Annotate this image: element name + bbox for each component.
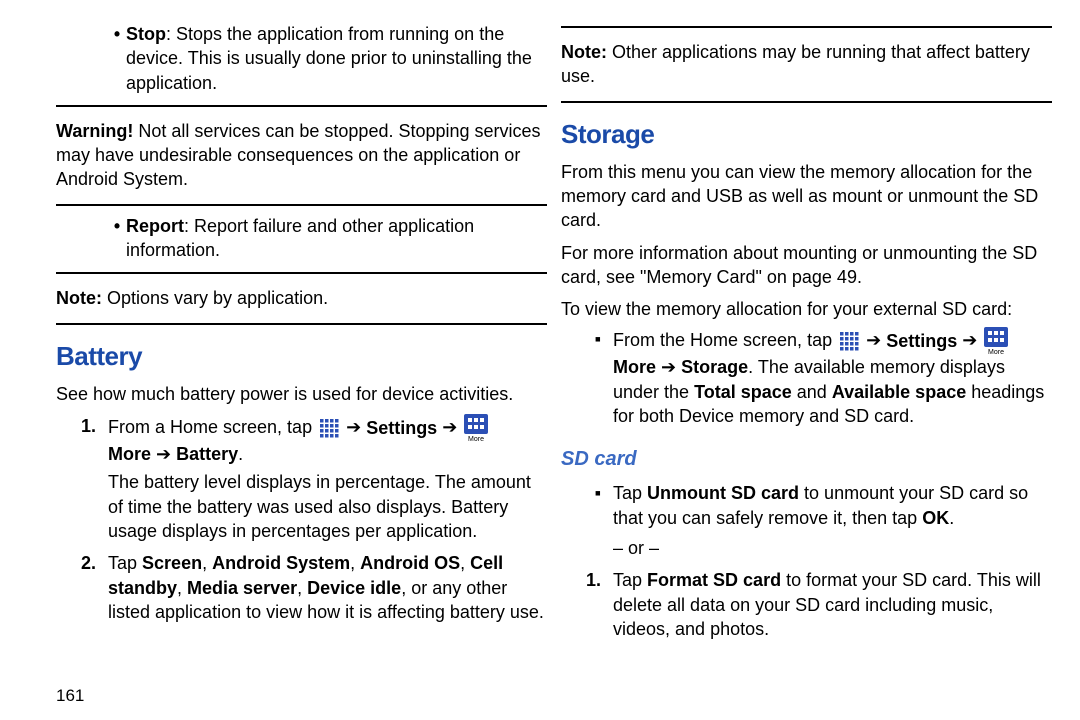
step-number: 2.	[56, 551, 108, 624]
apps-grid-icon	[839, 331, 859, 351]
step-body: Tap Format SD card to format your SD car…	[613, 568, 1052, 641]
step-body: Tap Screen, Android System, Android OS, …	[108, 551, 547, 624]
more-icon: More	[464, 414, 488, 442]
note-label: Note:	[561, 42, 607, 62]
step-number: 1.	[561, 568, 613, 641]
note-text: Other applications may be running that a…	[561, 42, 1030, 86]
storage-p3: To view the memory allocation for your e…	[561, 297, 1052, 321]
report-label: Report	[126, 216, 184, 236]
battery-step-1: 1. From a Home screen, tap ➔ Settings	[56, 414, 547, 543]
right-column: Note: Other applications may be running …	[557, 20, 1062, 708]
bullet-marker: •	[108, 214, 126, 263]
divider	[56, 105, 547, 107]
storage-p1: From this menu you can view the memory a…	[561, 160, 1052, 233]
battery-word: Battery	[176, 444, 238, 464]
warning-block: Warning! Not all services can be stopped…	[56, 119, 547, 192]
page-number: 161	[56, 677, 547, 708]
bullet-marker: •	[108, 22, 126, 95]
note-text: Options vary by application.	[102, 288, 328, 308]
battery-step-2: 2. Tap Screen, Android System, Android O…	[56, 551, 547, 624]
svg-text:More: More	[468, 436, 484, 442]
stop-text: : Stops the application from running on …	[126, 24, 532, 93]
apps-grid-icon	[319, 418, 339, 438]
divider	[561, 26, 1052, 28]
divider	[56, 204, 547, 206]
step1-tail: The battery level displays in percentage…	[108, 472, 531, 541]
svg-text:More: More	[988, 349, 1004, 355]
arrow: ➔	[442, 417, 462, 437]
bullet-stop: • Stop: Stops the application from runni…	[56, 20, 547, 99]
bullet-marker: ▪	[561, 481, 613, 560]
sdcard-bullet: ▪ Tap Unmount SD card to unmount your SD…	[561, 481, 1052, 560]
step-number: 1.	[56, 414, 108, 543]
bullet-body: Tap Unmount SD card to unmount your SD c…	[613, 481, 1052, 560]
bullet-body: Stop: Stops the application from running…	[126, 22, 547, 95]
heading-battery: Battery	[56, 339, 547, 374]
bullet-body: Report: Report failure and other applica…	[126, 214, 547, 263]
divider	[56, 272, 547, 274]
document-page: • Stop: Stops the application from runni…	[0, 0, 1080, 720]
warning-label: Warning!	[56, 121, 133, 141]
storage-p2: For more information about mounting or u…	[561, 241, 1052, 290]
step-body: From a Home screen, tap ➔ Settings ➔	[108, 414, 547, 543]
note-label: Note:	[56, 288, 102, 308]
settings-word: Settings	[366, 418, 437, 438]
arrow: ➔	[156, 444, 176, 464]
stop-label: Stop	[126, 24, 166, 44]
bullet-marker: ▪	[561, 327, 613, 428]
divider	[561, 101, 1052, 103]
heading-sdcard: SD card	[561, 446, 1052, 473]
note-block-right: Note: Other applications may be running …	[561, 40, 1052, 89]
more-icon: More	[984, 327, 1008, 355]
bullet-report: • Report: Report failure and other appli…	[56, 212, 547, 267]
divider	[56, 323, 547, 325]
heading-storage: Storage	[561, 117, 1052, 152]
step1-lead: From a Home screen, tap	[108, 417, 317, 437]
note-block: Note: Options vary by application.	[56, 286, 547, 310]
arrow: ➔	[346, 417, 366, 437]
sdcard-step-1: 1. Tap Format SD card to format your SD …	[561, 568, 1052, 641]
battery-intro: See how much battery power is used for d…	[56, 382, 547, 406]
or-line: – or –	[613, 538, 659, 558]
more-word: More	[108, 444, 151, 464]
left-column: • Stop: Stops the application from runni…	[56, 20, 557, 708]
bullet-body: From the Home screen, tap ➔ Settings ➔	[613, 327, 1052, 428]
storage-bullet: ▪ From the Home screen, tap ➔ Settings	[561, 327, 1052, 428]
